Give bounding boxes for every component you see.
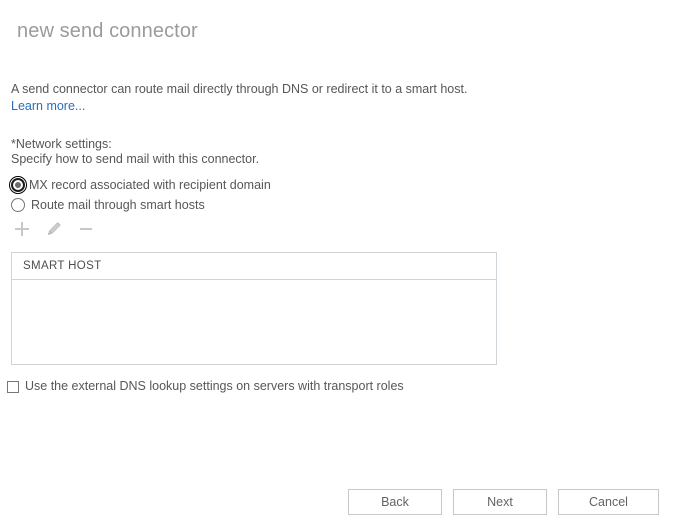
new-send-connector-wizard: new send connector A send connector can … (0, 0, 694, 530)
radio-selected-icon[interactable] (9, 176, 27, 194)
radio-option-smart-hosts-label: Route mail through smart hosts (31, 198, 205, 212)
intro-paragraph: A send connector can route mail directly… (11, 81, 489, 115)
edit-smart-host-button[interactable] (42, 217, 66, 241)
intro-text: A send connector can route mail directly… (11, 82, 468, 96)
radio-option-mx-record-label: MX record associated with recipient doma… (29, 178, 271, 192)
external-dns-checkbox-label: Use the external DNS lookup settings on … (25, 379, 404, 393)
wizard-footer: Back Next Cancel (348, 489, 659, 515)
checkbox-unchecked-icon[interactable] (7, 380, 19, 393)
back-button[interactable]: Back (348, 489, 442, 515)
smart-host-table-body[interactable] (11, 280, 497, 365)
smart-host-toolbar (10, 217, 98, 241)
smart-host-table-header: SMART HOST (11, 252, 497, 280)
pencil-icon (46, 221, 62, 237)
radio-unselected-icon[interactable] (11, 198, 25, 212)
network-settings-label: *Network settings: (11, 137, 112, 151)
column-header-smart-host: SMART HOST (23, 260, 102, 272)
add-smart-host-button[interactable] (10, 217, 34, 241)
plus-icon (14, 221, 30, 237)
smart-host-table: SMART HOST (11, 252, 497, 365)
network-settings-radio-group: MX record associated with recipient doma… (9, 175, 271, 215)
remove-smart-host-button[interactable] (74, 217, 98, 241)
external-dns-checkbox-row[interactable]: Use the external DNS lookup settings on … (7, 380, 404, 393)
page-title: new send connector (17, 20, 198, 42)
learn-more-link[interactable]: Learn more... (11, 99, 85, 113)
minus-icon (78, 221, 94, 237)
network-settings-hint: Specify how to send mail with this conne… (11, 152, 260, 166)
radio-option-smart-hosts[interactable]: Route mail through smart hosts (11, 195, 271, 215)
cancel-button[interactable]: Cancel (558, 489, 659, 515)
next-button[interactable]: Next (453, 489, 547, 515)
radio-option-mx-record[interactable]: MX record associated with recipient doma… (9, 175, 271, 195)
